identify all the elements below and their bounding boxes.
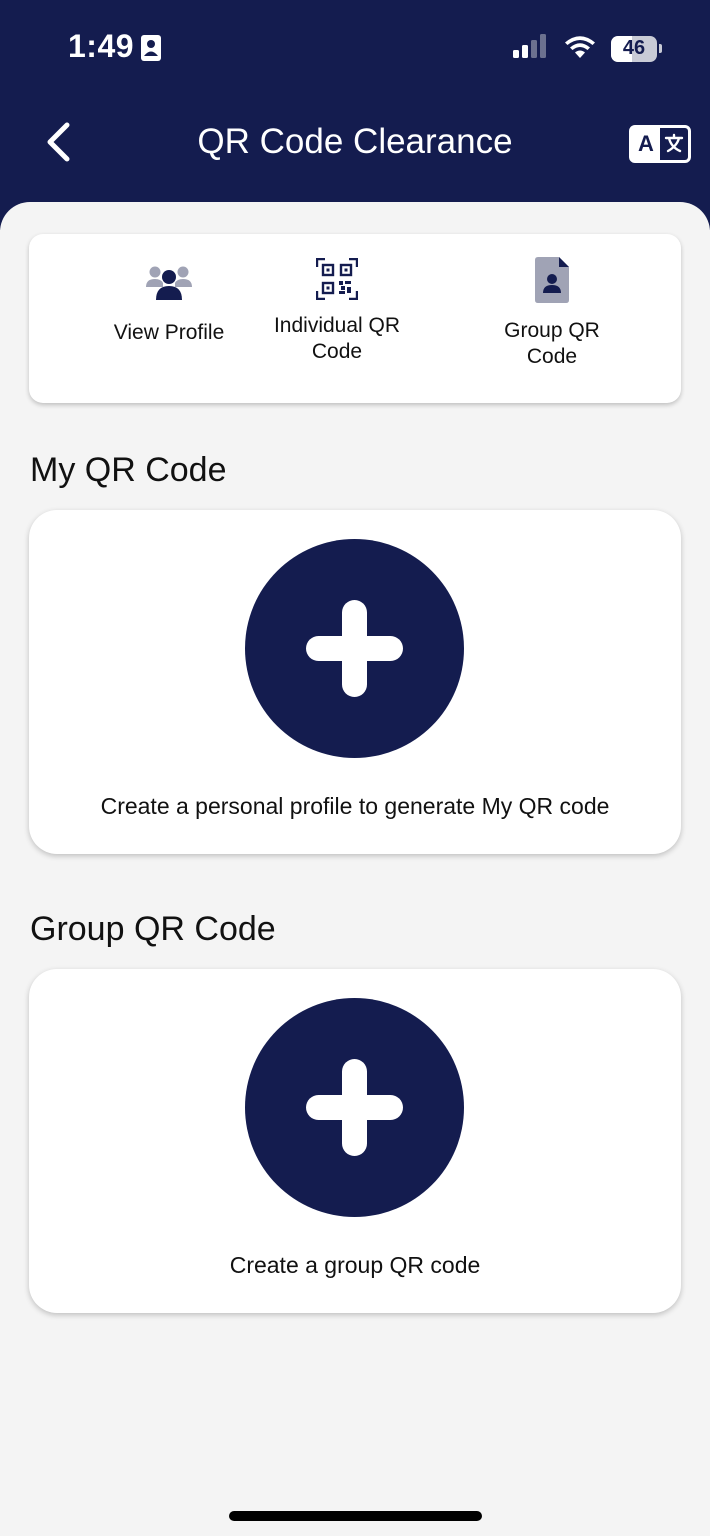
wifi-icon xyxy=(563,33,597,64)
group-qr-section-title: Group QR Code xyxy=(30,910,276,948)
group-qr-card: Create a group QR code xyxy=(29,969,681,1313)
group-qr-label: Group QR Code xyxy=(504,319,600,368)
create-personal-profile-button[interactable] xyxy=(245,539,464,758)
battery-icon: 46 xyxy=(611,35,657,62)
qr-code-icon xyxy=(315,257,359,305)
my-qr-section-title: My QR Code xyxy=(30,451,227,489)
view-profile-label: View Profile xyxy=(113,321,225,344)
contact-card-icon xyxy=(141,35,161,66)
group-qr-shortcut[interactable]: Group QR Code xyxy=(452,234,652,403)
document-user-icon xyxy=(535,256,569,308)
my-qr-card: Create a personal profile to generate My… xyxy=(29,510,681,854)
status-indicators: 46 xyxy=(513,33,662,64)
battery-nub xyxy=(659,44,662,53)
users-icon xyxy=(146,263,192,306)
group-qr-caption: Create a group QR code xyxy=(229,1252,481,1278)
cellular-signal-icon xyxy=(513,34,549,63)
individual-qr-label: Individual QR Code xyxy=(273,314,401,363)
battery-level: 46 xyxy=(622,37,646,59)
shortcut-bar: View Profile Individual QR Code Group QR… xyxy=(29,234,681,403)
individual-qr-shortcut[interactable]: Individual QR Code xyxy=(237,234,437,403)
translate-label: A xyxy=(632,128,660,160)
create-group-qr-button[interactable] xyxy=(245,998,464,1217)
app-header: 1:49 46 QR Code Clearance A xyxy=(0,0,710,230)
status-time: 1:49 xyxy=(68,28,135,64)
screen: 1:49 46 QR Code Clearance A View Profile… xyxy=(0,0,710,1536)
translate-icon xyxy=(660,128,688,160)
page-title: QR Code Clearance xyxy=(197,122,513,161)
home-indicator[interactable] xyxy=(229,1511,482,1521)
translate-button[interactable]: A xyxy=(629,125,691,163)
my-qr-caption: Create a personal profile to generate My… xyxy=(100,793,610,819)
